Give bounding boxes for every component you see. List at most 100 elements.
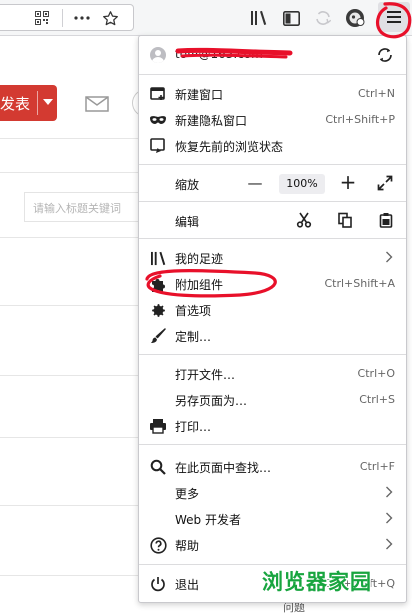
menu-item-save-page[interactable]: 另存页面为… Ctrl+S [139, 388, 406, 412]
menu-item-label: 附加组件 [175, 278, 224, 292]
app-menu-panel: to···@163.com 新建窗口 Ctrl+N 新建隐私窗口 Ctrl+Sh… [138, 35, 407, 603]
puzzle-piece-icon [149, 275, 167, 293]
menu-item-shortcut: Ctrl+Shift+A [324, 277, 395, 290]
edit-label: 编辑 [175, 215, 200, 229]
copy-icon[interactable] [337, 212, 355, 230]
menu-separator [139, 564, 406, 565]
menu-item-restore-session[interactable]: 恢复先前的浏览状态 [139, 134, 406, 158]
menu-item-more[interactable]: 更多 [139, 481, 406, 505]
library-icon [149, 249, 167, 267]
menu-item-customize[interactable]: 定制… [139, 324, 406, 348]
menu-item-label: 帮助 [175, 539, 200, 553]
menu-item-label: 恢复先前的浏览状态 [175, 140, 284, 154]
cut-icon[interactable] [296, 212, 314, 230]
menu-item-open-file[interactable]: 打开文件… Ctrl+O [139, 362, 406, 386]
page-actions-icon[interactable] [72, 9, 92, 27]
menu-item-label: 另存页面为… [175, 394, 248, 408]
menu-item-label: 退出 [175, 578, 200, 592]
extension-badge-icon[interactable] [344, 7, 366, 29]
url-divider [62, 9, 63, 27]
menu-separator [139, 164, 406, 165]
open-menu-button[interactable] [378, 2, 410, 32]
qr-code-icon[interactable] [34, 10, 50, 26]
menu-separator [139, 74, 406, 75]
chevron-down-icon[interactable] [43, 99, 53, 105]
menu-item-shortcut: Ctrl+N [357, 87, 395, 100]
sync-now-icon[interactable] [375, 45, 395, 65]
menu-item-library[interactable]: 我的足迹 [139, 246, 406, 270]
sync-disabled-icon [313, 8, 333, 28]
publish-label: 发表 [0, 95, 31, 113]
page-divider [0, 172, 140, 173]
paintbrush-icon [149, 327, 167, 345]
power-icon [149, 575, 167, 593]
title-search-input[interactable]: 请输入标题关键词 [24, 192, 144, 222]
zoom-label: 缩放 [175, 178, 200, 192]
restore-session-icon [149, 137, 167, 155]
menu-separator [139, 354, 406, 355]
menu-item-web-developer[interactable]: Web 开发者 [139, 507, 406, 531]
menu-item-label: 更多 [175, 487, 200, 501]
gear-icon [149, 301, 167, 319]
zoom-reset-button[interactable]: 100% [279, 174, 325, 194]
zoom-out-button[interactable]: — [246, 174, 264, 194]
page-divider [0, 237, 140, 238]
publish-button[interactable]: 发表 [0, 85, 57, 121]
page-divider [0, 138, 140, 139]
menu-item-label: 新建隐私窗口 [175, 114, 248, 128]
menu-item-help[interactable]: 帮助 [139, 533, 406, 557]
chevron-right-icon [385, 538, 393, 553]
menu-item-shortcut: Ctrl+S [359, 393, 395, 406]
menu-item-label: 我的足迹 [175, 252, 224, 266]
hamburger-icon [385, 8, 403, 26]
help-icon [149, 536, 167, 554]
menu-item-find-in-page[interactable]: 在此页面中查找… Ctrl+F [139, 455, 406, 479]
url-bar[interactable] [0, 4, 134, 31]
mail-icon[interactable] [84, 94, 110, 114]
menu-item-shortcut: Ctrl+F [359, 460, 395, 473]
menu-item-addons[interactable]: 附加组件 Ctrl+Shift+A [139, 272, 406, 296]
title-search-placeholder: 请输入标题关键词 [33, 202, 121, 215]
menu-item-preferences[interactable]: 首选项 [139, 298, 406, 322]
menu-item-zoom: 缩放 — 100% + [139, 170, 406, 196]
private-mask-icon [149, 111, 167, 129]
menu-item-label: 在此页面中查找… [175, 461, 272, 475]
account-row[interactable]: to···@163.com [139, 36, 406, 74]
page-divider [0, 505, 140, 506]
sidebar-icon[interactable] [281, 8, 301, 28]
menu-item-new-private-window[interactable]: 新建隐私窗口 Ctrl+Shift+P [139, 108, 406, 132]
page-divider [0, 437, 140, 438]
menu-item-shortcut: Ctrl+Shift+P [325, 113, 395, 126]
menu-item-label: 新建窗口 [175, 88, 224, 102]
account-email: to···@163.com [175, 47, 263, 61]
watermark-text: 浏览器家园 [262, 570, 372, 594]
publish-divider [37, 91, 38, 115]
paste-icon[interactable] [379, 212, 397, 230]
menu-item-edit: 编辑 [139, 209, 406, 233]
chevron-right-icon [385, 512, 393, 527]
library-icon[interactable] [249, 8, 269, 28]
menu-item-shortcut: Ctrl+O [357, 367, 395, 380]
printer-icon [149, 417, 167, 435]
page-divider [0, 305, 140, 306]
menu-item-print[interactable]: 打印… [139, 414, 406, 438]
menu-separator [139, 444, 406, 445]
chevron-right-icon [385, 251, 393, 266]
menu-item-label: 首选项 [175, 304, 212, 318]
avatar-icon [150, 47, 166, 63]
menu-item-label: 打印… [175, 420, 212, 434]
menu-separator [139, 201, 406, 202]
menu-item-new-window[interactable]: 新建窗口 Ctrl+N [139, 82, 406, 106]
menu-separator [139, 238, 406, 239]
zoom-in-button[interactable]: + [339, 170, 357, 194]
menu-item-label: Web 开发者 [175, 513, 241, 527]
page-divider [0, 375, 140, 376]
chevron-right-icon [385, 486, 393, 501]
search-icon [149, 458, 167, 476]
new-window-icon [149, 85, 167, 103]
bookmark-star-icon[interactable] [100, 8, 120, 28]
browser-toolbar [0, 0, 412, 36]
fullscreen-icon[interactable] [377, 175, 395, 193]
menu-item-label: 定制… [175, 330, 212, 344]
page-divider [0, 575, 140, 576]
